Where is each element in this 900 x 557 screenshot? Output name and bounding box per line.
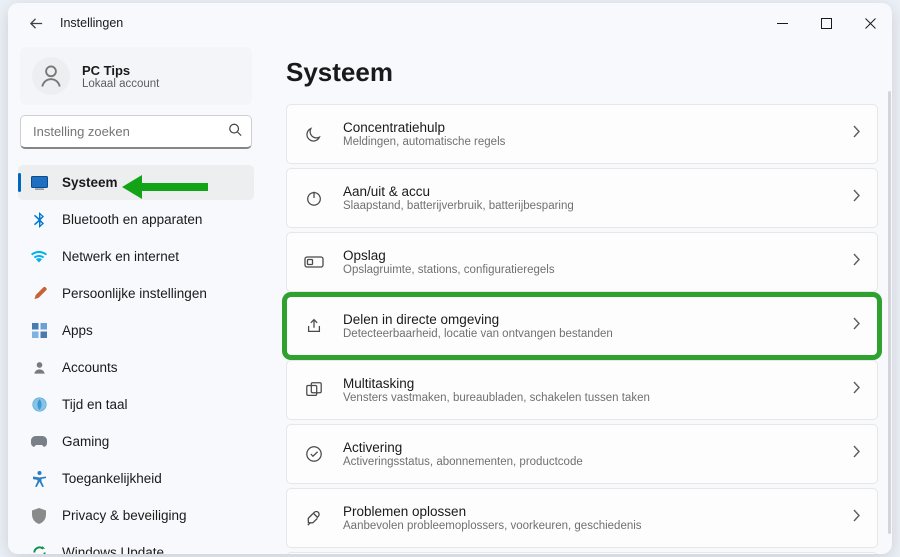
bluetooth-icon bbox=[30, 211, 48, 229]
personalize-icon bbox=[30, 285, 48, 303]
nav-list: Systeem Bluetooth en apparaten Netwerk e… bbox=[18, 163, 254, 554]
window-title: Instellingen bbox=[60, 16, 123, 30]
card-subtitle: Vensters vastmaken, bureaubladen, schake… bbox=[343, 392, 852, 404]
network-icon bbox=[30, 248, 48, 266]
search-icon bbox=[228, 123, 242, 142]
sidebar-item-label: Tijd en taal bbox=[62, 397, 128, 412]
sidebar-item-systeem[interactable]: Systeem bbox=[18, 165, 254, 200]
setting-card-power-battery[interactable]: Aan/uit & accuSlaapstand, batterijverbru… bbox=[286, 168, 878, 228]
user-subtitle: Lokaal account bbox=[82, 78, 159, 90]
card-subtitle: Opslagruimte, stations, configuratierege… bbox=[343, 264, 852, 276]
chevron-right-icon bbox=[852, 509, 861, 527]
person-icon bbox=[37, 62, 65, 90]
card-title: Concentratiehulp bbox=[343, 120, 852, 135]
sidebar-item-gaming[interactable]: Gaming bbox=[18, 424, 254, 459]
sidebar: PC Tips Lokaal account Systeem bbox=[8, 43, 262, 554]
time-icon bbox=[30, 396, 48, 414]
card-title: Aan/uit & accu bbox=[343, 184, 852, 199]
card-title: Problemen oplossen bbox=[343, 504, 852, 519]
sidebar-item-label: Systeem bbox=[62, 175, 118, 190]
titlebar: Instellingen bbox=[8, 3, 892, 43]
setting-card-nearby-sharing[interactable]: Delen in directe omgevingDetecteerbaarhe… bbox=[286, 296, 878, 356]
close-icon bbox=[865, 18, 876, 29]
troubleshoot-icon bbox=[303, 507, 325, 529]
chevron-right-icon bbox=[852, 253, 861, 271]
nearby-sharing-icon bbox=[303, 315, 325, 337]
sidebar-item-windowsupdate[interactable]: Windows Update bbox=[18, 535, 254, 554]
search-input[interactable] bbox=[20, 115, 252, 149]
sidebar-item-label: Toegankelijkheid bbox=[62, 471, 162, 486]
user-name: PC Tips bbox=[82, 63, 159, 78]
sidebar-item-label: Persoonlijke instellingen bbox=[62, 286, 207, 301]
sidebar-item-label: Gaming bbox=[62, 434, 109, 449]
sidebar-item-tijd[interactable]: Tijd en taal bbox=[18, 387, 254, 422]
chevron-right-icon bbox=[852, 317, 861, 335]
card-subtitle: Detecteerbaarheid, locatie van ontvangen… bbox=[343, 328, 852, 340]
power-battery-icon bbox=[303, 187, 325, 209]
avatar bbox=[32, 57, 70, 95]
card-title: Activering bbox=[343, 440, 852, 455]
update-icon bbox=[30, 544, 48, 555]
maximize-icon bbox=[821, 18, 832, 29]
accessibility-icon bbox=[30, 470, 48, 488]
card-subtitle: Slaapstand, batterijverbruik, batterijbe… bbox=[343, 200, 852, 212]
main-content: Systeem ConcentratiehulpMeldingen, autom… bbox=[262, 43, 892, 554]
minimize-icon bbox=[777, 18, 788, 29]
setting-card-recovery[interactable]: SysteemherstelOpnieuw instellen, geavanc… bbox=[286, 552, 878, 554]
sidebar-item-label: Netwerk en internet bbox=[62, 249, 179, 264]
sidebar-item-label: Apps bbox=[62, 323, 93, 338]
minimize-button[interactable] bbox=[760, 6, 804, 40]
page-title: Systeem bbox=[286, 57, 878, 88]
sidebar-item-privacy[interactable]: Privacy & beveiliging bbox=[18, 498, 254, 533]
user-card[interactable]: PC Tips Lokaal account bbox=[20, 47, 252, 105]
storage-icon bbox=[303, 251, 325, 273]
close-button[interactable] bbox=[848, 6, 892, 40]
chevron-right-icon bbox=[852, 189, 861, 207]
card-title: Opslag bbox=[343, 248, 852, 263]
chevron-right-icon bbox=[852, 125, 861, 143]
multitasking-icon bbox=[303, 379, 325, 401]
scrollbar[interactable] bbox=[888, 91, 891, 534]
focus-assist-icon bbox=[303, 123, 325, 145]
search-box bbox=[20, 115, 252, 149]
setting-card-storage[interactable]: OpslagOpslagruimte, stations, configurat… bbox=[286, 232, 878, 292]
card-title: Multitasking bbox=[343, 376, 852, 391]
sidebar-item-label: Accounts bbox=[62, 360, 118, 375]
back-button[interactable] bbox=[20, 7, 52, 39]
sidebar-item-label: Bluetooth en apparaten bbox=[62, 212, 202, 227]
system-icon bbox=[30, 174, 48, 192]
card-subtitle: Meldingen, automatische regels bbox=[343, 136, 852, 148]
setting-card-multitasking[interactable]: MultitaskingVensters vastmaken, bureaubl… bbox=[286, 360, 878, 420]
sidebar-item-toegankelijkheid[interactable]: Toegankelijkheid bbox=[18, 461, 254, 496]
chevron-right-icon bbox=[852, 381, 861, 399]
maximize-button[interactable] bbox=[804, 6, 848, 40]
sidebar-item-persoonlijke[interactable]: Persoonlijke instellingen bbox=[18, 276, 254, 311]
sidebar-item-apps[interactable]: Apps bbox=[18, 313, 254, 348]
gaming-icon bbox=[30, 433, 48, 451]
setting-card-activation[interactable]: ActiveringActiveringsstatus, abonnemente… bbox=[286, 424, 878, 484]
chevron-right-icon bbox=[852, 445, 861, 463]
setting-card-focus-assist[interactable]: ConcentratiehulpMeldingen, automatische … bbox=[286, 104, 878, 164]
sidebar-item-label: Privacy & beveiliging bbox=[62, 508, 187, 523]
arrow-left-icon bbox=[29, 16, 44, 31]
card-title: Delen in directe omgeving bbox=[343, 312, 852, 327]
activation-icon bbox=[303, 443, 325, 465]
card-subtitle: Activeringsstatus, abonnementen, product… bbox=[343, 456, 852, 468]
card-subtitle: Aanbevolen probleemoplossers, voorkeuren… bbox=[343, 520, 852, 532]
sidebar-item-accounts[interactable]: Accounts bbox=[18, 350, 254, 385]
sidebar-item-netwerk[interactable]: Netwerk en internet bbox=[18, 239, 254, 274]
sidebar-item-label: Windows Update bbox=[62, 545, 164, 554]
privacy-icon bbox=[30, 507, 48, 525]
apps-icon bbox=[30, 322, 48, 340]
sidebar-item-bluetooth[interactable]: Bluetooth en apparaten bbox=[18, 202, 254, 237]
accounts-icon bbox=[30, 359, 48, 377]
setting-card-troubleshoot[interactable]: Problemen oplossenAanbevolen probleemopl… bbox=[286, 488, 878, 548]
